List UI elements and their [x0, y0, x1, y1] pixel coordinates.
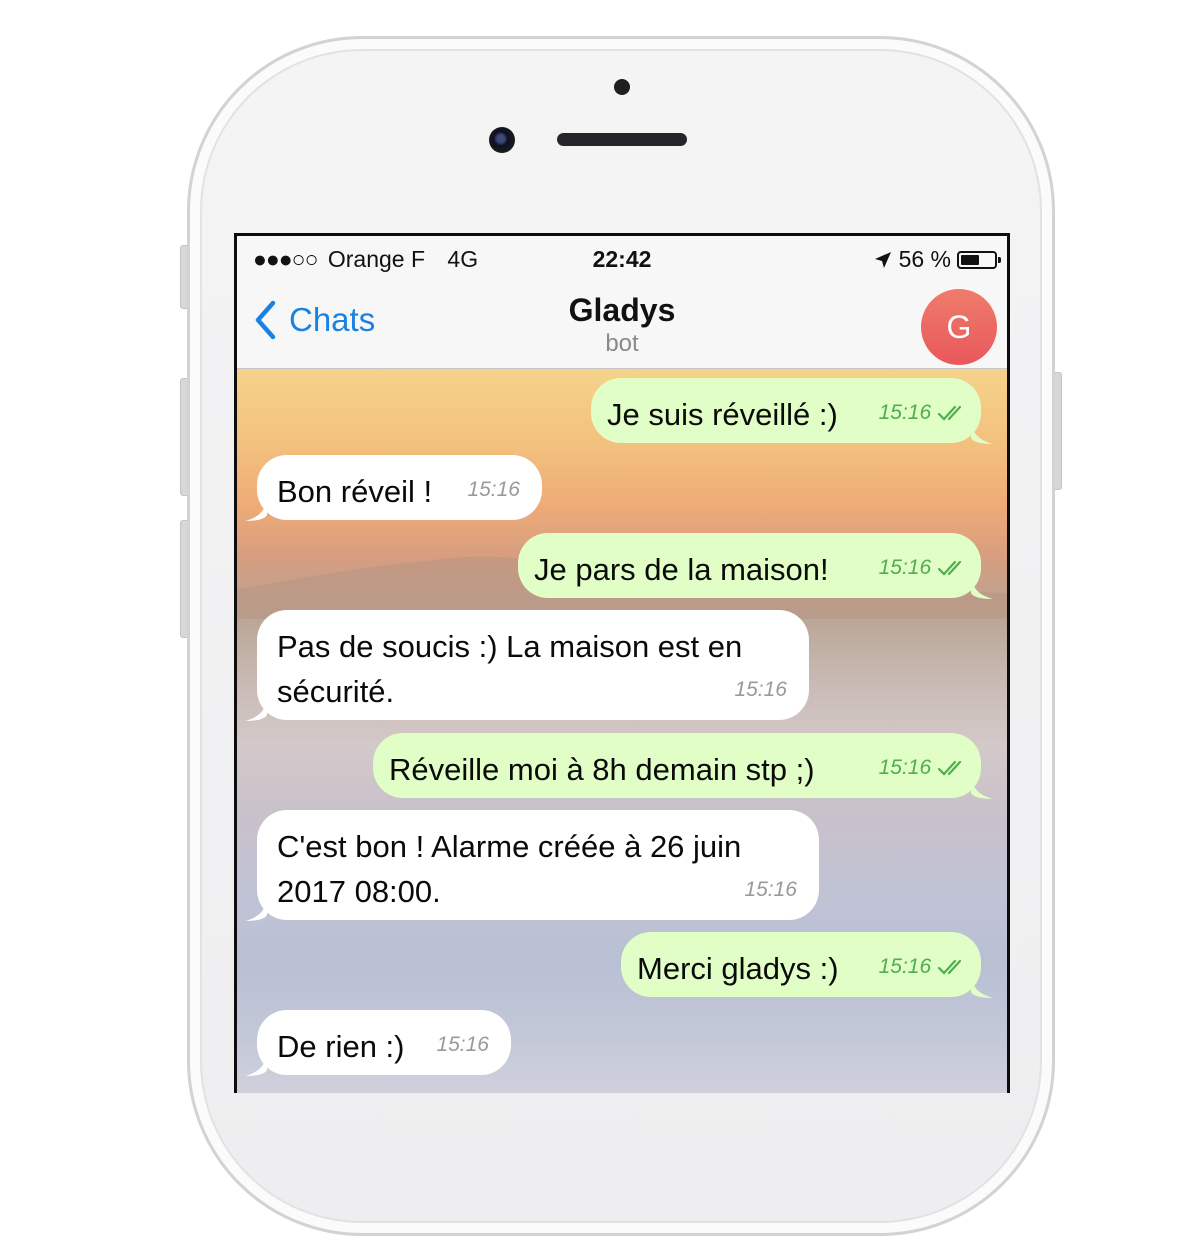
incoming-message[interactable]: Bon réveil ! 15:16	[245, 455, 542, 521]
earpiece-speaker	[557, 133, 687, 146]
message-text-line: C'est bon ! Alarme créée à 26 juin	[277, 829, 742, 864]
double-check-icon	[937, 960, 962, 976]
message-time: 15:16	[879, 944, 967, 989]
message-time: 15:16	[879, 545, 967, 590]
double-check-icon	[937, 406, 962, 422]
incoming-message[interactable]: C'est bon ! Alarme créée à 26 juin 2017 …	[245, 810, 819, 921]
outgoing-message[interactable]: Je suis réveillé :) 15:16	[591, 378, 993, 444]
message-text: De rien :)	[277, 1029, 405, 1064]
message-time: 15:16	[879, 390, 967, 435]
proximity-sensor	[614, 79, 630, 95]
phone-screen: ●●●○○ Orange F 4G 22:42 56 % Chats Glady…	[234, 233, 1010, 1093]
message-text-line: sécurité.	[277, 674, 395, 709]
message-text-line: Pas de soucis :) La maison est en	[277, 629, 743, 664]
chat-subtitle: bot	[605, 330, 639, 357]
front-camera-icon	[489, 127, 515, 153]
battery-icon	[957, 250, 1001, 269]
chat-header: Chats Gladys bot G	[237, 282, 1007, 369]
message-text: Réveille moi à 8h demain stp ;)	[389, 752, 815, 787]
message-time: 15:16	[467, 478, 520, 501]
message-list[interactable]: Je suis réveillé :) 15:16 Bon réveil ! 1…	[237, 369, 1007, 1093]
status-right: 56 %	[873, 246, 1001, 273]
chat-title[interactable]: Gladys	[237, 292, 1007, 329]
message-time: 15:16	[436, 1033, 489, 1056]
outgoing-message[interactable]: Réveille moi à 8h demain stp ;) 15:16	[373, 733, 993, 799]
incoming-message[interactable]: Pas de soucis :) La maison est en sécuri…	[245, 610, 809, 721]
message-text-line: 2017 08:00.	[277, 874, 441, 909]
incoming-message[interactable]: De rien :) 15:16	[245, 1010, 511, 1076]
message-time: 15:16	[879, 745, 967, 790]
double-check-icon	[937, 561, 962, 577]
outgoing-message[interactable]: Je pars de la maison! 15:16	[518, 533, 993, 599]
double-check-icon	[937, 761, 962, 777]
location-arrow-icon	[874, 251, 891, 268]
outgoing-message[interactable]: Merci gladys :) 15:16	[621, 932, 993, 998]
message-text: Merci gladys :)	[637, 951, 839, 986]
battery-percentage: 56 %	[898, 246, 951, 272]
message-time: 15:16	[734, 678, 787, 701]
message-text: Je pars de la maison!	[534, 552, 829, 587]
status-bar: ●●●○○ Orange F 4G 22:42 56 %	[237, 236, 1007, 282]
message-text: Je suis réveillé :)	[607, 397, 838, 432]
avatar[interactable]: G	[921, 289, 997, 365]
message-time: 15:16	[744, 878, 797, 901]
message-text: Bon réveil !	[277, 474, 433, 509]
